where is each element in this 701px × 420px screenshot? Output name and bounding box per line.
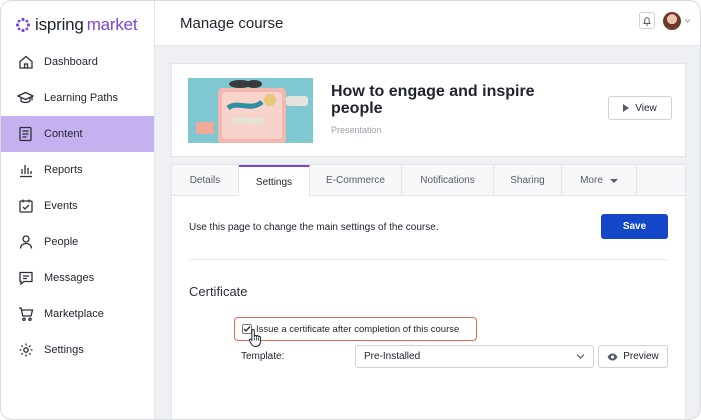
course-type: Presentation [331,125,382,135]
save-button[interactable]: Save [601,214,668,239]
certificate-checkbox-label: Issue a certificate after completion of … [256,323,460,335]
sidebar-item-events[interactable]: Events [1,188,154,224]
tab-label: Details [189,175,221,186]
logo-text-market: market [86,15,138,34]
notifications-button[interactable] [639,12,655,29]
sidebar-item-dashboard[interactable]: Dashboard [1,44,154,80]
sidebar-item-label: People [44,236,79,248]
course-title: How to engage and inspire people [331,83,535,117]
bell-icon [643,16,651,26]
tab-settings[interactable]: Settings [239,165,310,197]
course-card: How to engage and inspire people Present… [171,63,686,157]
logo-text-ispring: ispring [35,15,84,34]
eye-icon [607,353,618,360]
divider [189,259,668,260]
sidebar-item-content[interactable]: Content [1,116,154,152]
tab-details[interactable]: Details [172,165,239,196]
sidebar-item-reports[interactable]: Reports [1,152,154,188]
template-label: Template: [241,351,285,362]
play-icon [623,104,630,112]
sidebar-item-settings[interactable]: Settings [1,332,154,368]
app-window: ispring market Dashboard Learning Paths [0,0,701,420]
tab-label: Settings [255,176,293,188]
hand-cursor-icon [248,328,261,347]
sidebar-item-people[interactable]: People [1,224,154,260]
sidebar-item-label: Messages [44,272,95,284]
person-icon [17,234,34,251]
home-icon [17,54,34,71]
top-header: Manage course [155,1,700,46]
cart-icon [17,306,34,323]
sidebar-item-label: Dashboard [44,56,98,68]
logo[interactable]: ispring market [15,15,138,35]
settings-panel: Details Settings E-Commerce Notification… [171,164,686,419]
sidebar-item-label: Content [44,128,83,140]
gear-icon [17,342,34,359]
bar-chart-icon [17,162,34,179]
sidebar-item-messages[interactable]: Messages [1,260,154,296]
tab-notifications[interactable]: Notifications [402,165,494,196]
template-select[interactable]: Pre-Installed [355,345,594,368]
sidebar-item-label: Events [44,200,78,212]
caret-down-icon [609,178,618,183]
chevron-down-icon [576,354,585,359]
calendar-check-icon [17,198,34,215]
tab-sharing[interactable]: Sharing [494,165,562,196]
document-icon [17,126,34,143]
tab-label: Sharing [510,175,545,186]
course-tabs: Details Settings E-Commerce Notification… [172,165,685,197]
sidebar: ispring market Dashboard Learning Paths [1,1,155,419]
tab-more[interactable]: More [562,165,637,196]
sidebar-item-label: Marketplace [44,308,104,320]
sidebar-nav: Dashboard Learning Paths Content Reports [1,44,154,368]
page-title: Manage course [180,15,284,32]
sidebar-item-label: Learning Paths [44,92,118,104]
graduation-cap-icon [17,90,34,107]
avatar[interactable] [663,12,681,30]
course-thumbnail [188,78,313,143]
ispring-logo-icon [15,17,31,33]
template-select-value: Pre-Installed [364,351,421,362]
tab-label: Notifications [420,175,475,186]
sidebar-item-marketplace[interactable]: Marketplace [1,296,154,332]
tab-label: More [580,175,603,186]
settings-intro-text: Use this page to change the main setting… [189,222,439,233]
sidebar-item-learning-paths[interactable]: Learning Paths [1,80,154,116]
view-button-label: View [635,102,657,114]
preview-button[interactable]: Preview [598,345,668,368]
certificate-section-title: Certificate [189,284,248,299]
view-button[interactable]: View [608,96,672,120]
sidebar-item-label: Settings [44,344,84,356]
message-icon [17,270,34,287]
sidebar-item-label: Reports [44,164,83,176]
preview-button-label: Preview [623,351,659,362]
tab-e-commerce[interactable]: E-Commerce [310,165,402,196]
chevron-down-icon[interactable] [684,17,691,24]
certificate-checkbox-row[interactable]: Issue a certificate after completion of … [234,317,477,341]
tab-label: E-Commerce [326,175,385,186]
